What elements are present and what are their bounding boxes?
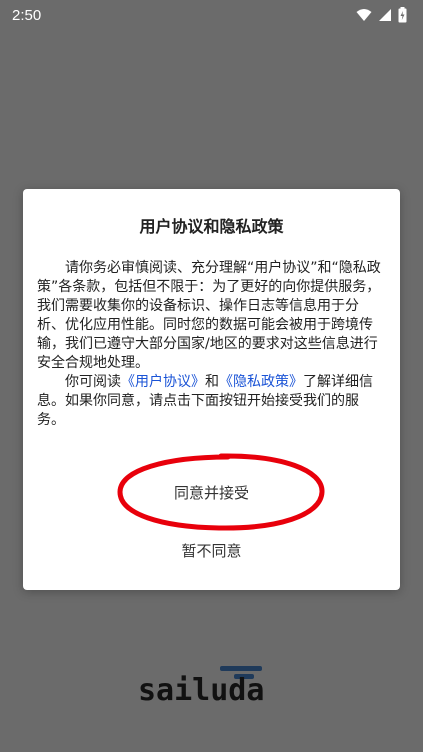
dialog-title: 用户协议和隐私政策: [139, 217, 284, 236]
logo-text: sailuda: [138, 673, 264, 706]
privacy-policy-link[interactable]: 《隐私政策》: [219, 374, 303, 390]
status-icons: [356, 7, 407, 23]
battery-charging-icon: [398, 7, 407, 23]
signal-icon: [379, 9, 391, 21]
para2-prefix: 你可阅读: [65, 374, 121, 390]
status-bar: 2:50: [0, 0, 423, 30]
accept-button-label: 同意并接受: [173, 483, 249, 502]
decline-button[interactable]: 暂不同意: [0, 535, 423, 565]
dialog-paragraph-1: 请你务必审慎阅读、充分理解“用户协议”和“隐私政策”各条款，包括但不限于：为了更…: [37, 260, 381, 371]
privacy-dialog: 用户协议和隐私政策 请你务必审慎阅读、充分理解“用户协议”和“隐私政策”各条款，…: [23, 189, 400, 590]
user-agreement-link[interactable]: 《用户协议》: [121, 374, 205, 390]
sailuda-logo: sailuda: [138, 666, 264, 706]
wifi-icon: [356, 9, 372, 21]
dialog-paragraph-2: 你可阅读《用户协议》和《隐私政策》了解详细信息。如果你同意，请点击下面按钮开始接…: [37, 373, 386, 430]
para2-and: 和: [205, 374, 219, 390]
status-time: 2:50: [12, 6, 42, 24]
accept-button[interactable]: 同意并接受: [0, 477, 423, 507]
dialog-body: 请你务必审慎阅读、充分理解“用户协议”和“隐私政策”各条款，包括但不限于：为了更…: [37, 259, 386, 430]
decline-button-label: 暂不同意: [181, 541, 242, 560]
